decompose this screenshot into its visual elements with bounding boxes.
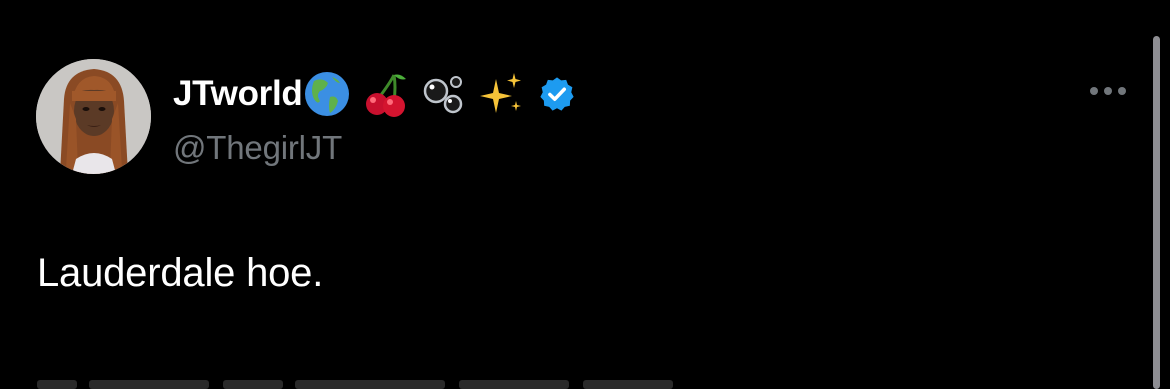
avatar[interactable]: [36, 59, 151, 174]
scrollbar[interactable]: [1153, 36, 1160, 389]
bubbles-icon: [420, 69, 470, 119]
display-name[interactable]: JTworld: [173, 68, 303, 120]
tweet-text: Lauderdale hoe.: [37, 251, 324, 295]
cut-off-content: [37, 372, 737, 389]
name-row: JTworld: [173, 68, 576, 120]
tweet-card: JTworld @ThegirlJT Lauderdale hoe.: [0, 0, 1170, 389]
more-dots-icon: [1104, 87, 1112, 95]
verified-badge-icon: [538, 75, 576, 113]
cherries-icon: [360, 69, 410, 119]
more-dots-icon: [1118, 87, 1126, 95]
globe-americas-icon: [302, 69, 352, 119]
more-options-button[interactable]: [1080, 76, 1136, 106]
handle[interactable]: @ThegirlJT: [173, 126, 576, 170]
sparkles-icon: [476, 69, 526, 119]
more-dots-icon: [1090, 87, 1098, 95]
tweet-header: JTworld @ThegirlJT: [173, 68, 576, 170]
